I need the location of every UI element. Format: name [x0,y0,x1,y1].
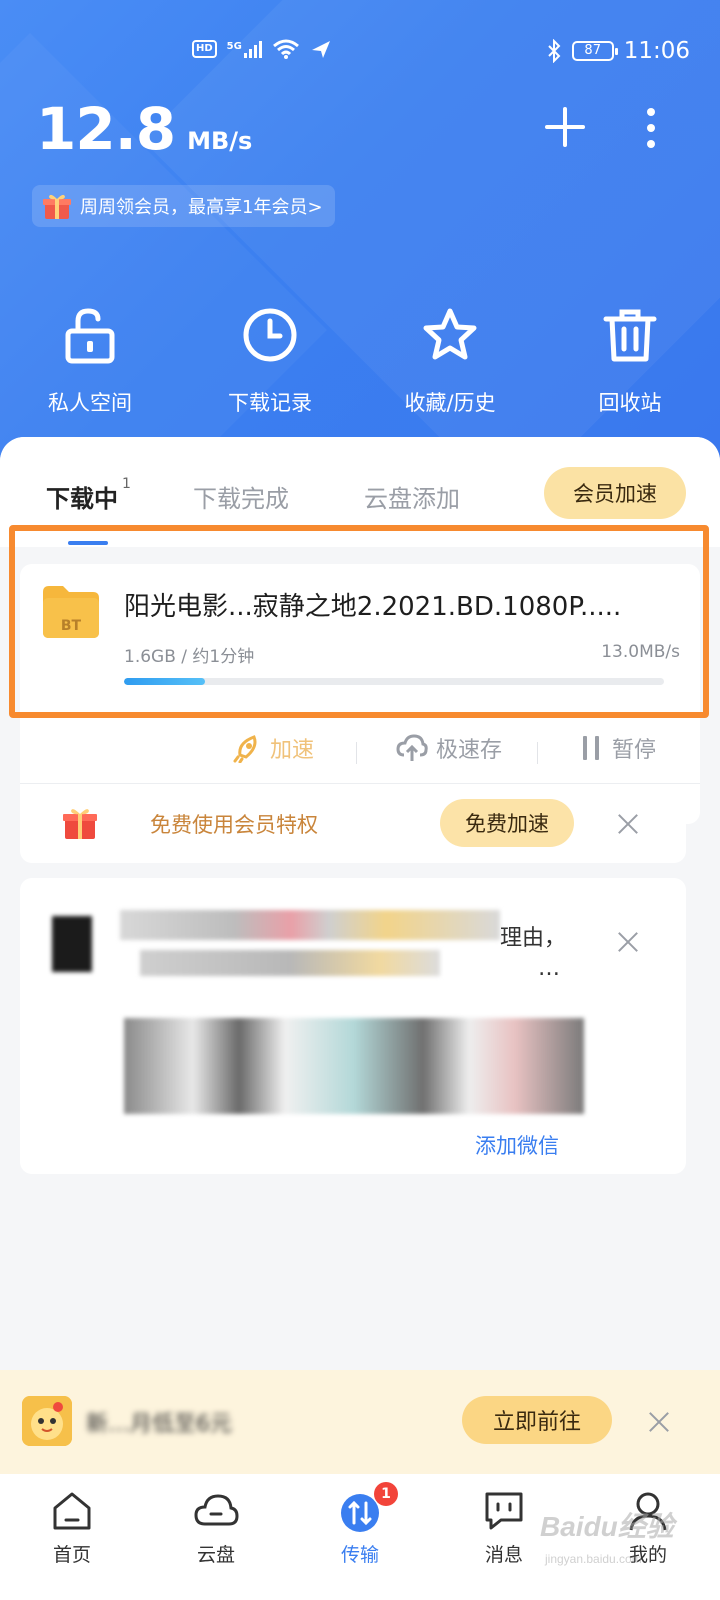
quick-action-private-space[interactable]: 私人空间 [0,305,180,417]
bottom-promo-bar[interactable]: 新…月低至6元 立即前往 [0,1370,720,1474]
task-size-eta: 1.6GB / 约1分钟 [124,647,255,667]
promo-text: 新…月低至6元 [86,1412,232,1437]
gift-icon [63,809,97,839]
divider [356,742,357,764]
boost-button[interactable]: 加速 [232,732,314,764]
quick-action-label: 下载记录 [228,391,312,415]
membership-promo-banner[interactable]: 周周领会员，最高享1年会员> [32,185,335,227]
nav-label: 传输 [340,1544,379,1566]
bt-folder-icon: BT [43,586,99,638]
nav-label: 云盘 [196,1544,235,1566]
ad-card[interactable]: 理由， … 添加微信 [20,878,686,1174]
nav-home[interactable]: 首页 [0,1474,144,1600]
nav-label: 首页 [52,1544,91,1566]
add-task-button[interactable] [545,107,585,147]
pause-label: 暂停 [612,738,657,763]
bt-folder-label: BT [61,618,82,634]
quick-action-download-history[interactable]: 下载记录 [180,305,360,417]
ad-blurred-content [140,950,440,976]
task-progress-fill [124,678,205,685]
home-icon [53,1492,91,1530]
clock: 11:06 [623,38,690,64]
ad-blurred-content [120,910,500,940]
quick-action-label: 收藏/历史 [404,391,496,415]
cloud-icon [194,1494,239,1526]
task-progress-bar [124,678,664,685]
tab-label: 下载中 [46,485,118,513]
header: HD 5G 87 11:06 12.8 MB/s 周周领会员，最高享1年会员> … [0,0,720,470]
watermark-url: jingyan.baidu.com [545,1552,642,1566]
divider [537,742,538,764]
nav-cloud[interactable]: 云盘 [144,1474,288,1600]
tab-cloud-add[interactable]: 云盘添加 [364,479,460,514]
pause-icon [583,736,599,760]
quick-actions: 私人空间 下载记录 收藏/历史 回收站 [0,305,720,417]
tab-completed[interactable]: 下载完成 [193,479,289,514]
ad-thumbnail [52,916,92,972]
free-boost-button[interactable]: 免费加速 [440,799,574,847]
promo-mascot-image [22,1396,72,1446]
speed-display: 12.8 MB/s [36,95,252,163]
message-icon [485,1492,523,1530]
quick-action-label: 私人空间 [48,391,132,415]
add-wechat-link[interactable]: 添加微信 [475,1130,559,1160]
more-menu-button[interactable] [645,108,657,148]
task-file-name: 阳光电影...寂静之地2.2021.BD.1080P..... [124,592,622,622]
pause-button[interactable]: 暂停 [580,732,656,764]
battery-indicator: 87 [571,41,618,61]
quick-action-label: 回收站 [598,391,662,415]
notification-badge: 1 [374,1482,398,1506]
cloud-save-button[interactable]: 极速存 [396,732,502,764]
task-info: BT 阳光电影...寂静之地2.2021.BD.1080P..... 1.6GB… [20,564,700,706]
nav-transfer[interactable]: 传输 1 [288,1474,432,1600]
network-type: 5G [226,40,242,52]
gift-icon [43,194,71,219]
cloud-upload-icon [396,734,428,761]
tab-count: 1 [122,476,131,492]
close-icon[interactable] [616,930,640,954]
status-bar: HD 5G 87 11:06 [0,38,720,70]
transfer-tabs: 下载中1 下载完成 云盘添加 会员加速 [0,437,720,547]
task-actions: 加速 极速存 暂停 [20,712,700,782]
free-vip-promo: 免费使用会员特权 免费加速 [20,785,686,863]
divider [20,783,700,784]
go-now-button[interactable]: 立即前往 [462,1396,612,1444]
free-vip-text: 免费使用会员特权 [150,813,318,837]
star-icon [423,308,477,360]
nav-label: 消息 [484,1544,523,1566]
cloud-save-label: 极速存 [436,738,503,763]
airplane-icon [311,41,330,58]
close-icon[interactable] [647,1410,671,1434]
lock-open-icon [65,308,115,364]
ad-blurred-image [124,1018,584,1114]
watermark-logo: Baidu经验 [540,1511,674,1542]
tab-downloading[interactable]: 下载中1 [46,476,131,514]
clock-icon [243,308,297,362]
trash-icon [603,309,657,362]
ad-snippet: 理由， [500,926,567,951]
boost-label: 加速 [270,738,315,763]
task-download-rate: 13.0MB/s [601,642,680,662]
ad-snippet: … [538,956,560,981]
close-icon[interactable] [616,812,640,836]
speed-unit: MB/s [187,127,253,155]
quick-action-favorites-history[interactable]: 收藏/历史 [360,305,540,417]
wifi-icon [272,39,299,59]
hd-indicator: HD [192,40,217,58]
promo-text: 周周领会员，最高享1年会员> [80,197,323,218]
speed-value: 12.8 [36,95,176,163]
rocket-icon [233,735,257,763]
signal-icon: 5G [226,40,262,58]
quick-action-recycle-bin[interactable]: 回收站 [540,305,720,417]
bluetooth-icon [547,39,561,63]
vip-boost-button[interactable]: 会员加速 [544,467,686,519]
tab-indicator [68,541,108,545]
